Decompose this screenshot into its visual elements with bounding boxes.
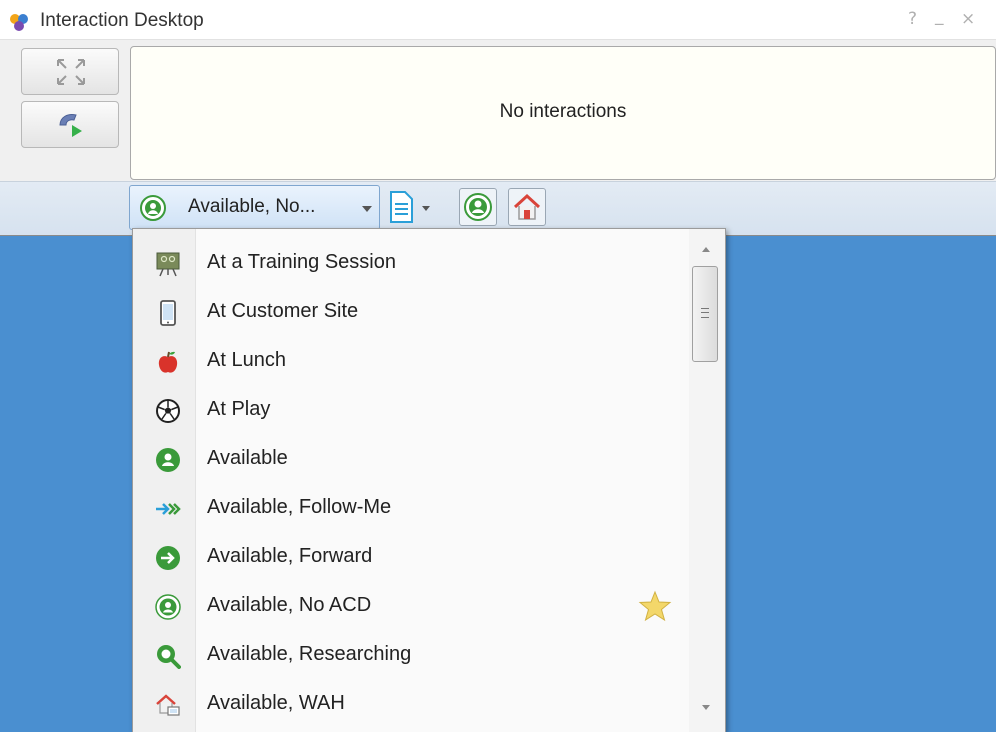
home-computer-icon [156,694,180,716]
status-item-available-forward[interactable]: Available, Forward [133,533,689,582]
chevron-down-icon [362,206,372,212]
chevron-down-icon [422,206,430,211]
scroll-up-arrow-icon[interactable] [702,247,710,252]
status-item-label: At Lunch [207,349,286,371]
status-item-at-training-session[interactable]: At a Training Session [133,239,689,288]
expand-arrows-icon [57,59,85,85]
expand-button[interactable] [21,48,119,95]
status-item-label: Available, Follow-Me [207,496,392,518]
interactions-panel: No interactions [130,46,996,180]
status-menu-scrollbar[interactable] [689,229,725,732]
scroll-down-arrow-icon[interactable] [702,705,710,710]
soccer-ball-icon [156,399,180,423]
working-at-home-button[interactable] [508,188,546,226]
status-item-available-no-acd[interactable]: Available, No ACD [133,582,689,631]
grip-lines-icon [701,308,709,318]
status-item-at-lunch[interactable]: At Lunch [133,337,689,386]
interaction-desktop-logo-icon [10,14,28,31]
no-interactions-message: No interactions [499,101,627,122]
status-item-available-researching[interactable]: Available, Researching [133,631,689,680]
set-available-button[interactable] [459,188,497,226]
training-board-icon [156,252,180,277]
magnifier-icon [157,645,181,669]
status-item-label: Available [207,447,288,469]
status-item-at-play[interactable]: At Play [133,386,689,435]
close-button[interactable]: × [961,9,975,29]
status-item-available-follow-me[interactable]: Available, Follow-Me [133,484,689,533]
status-notes-button[interactable] [388,190,440,224]
make-call-button[interactable] [21,101,119,148]
current-status-label: Available, No... [188,196,316,217]
scroll-thumb[interactable] [692,266,718,362]
phone-call-icon [59,114,82,137]
available-person-icon [464,193,492,221]
status-item-label: Available, No ACD [207,594,372,616]
status-item-at-customer-site[interactable]: At Customer Site [133,288,689,337]
status-toolbar: Available, No... [0,181,996,235]
status-item-label: At a Training Session [207,251,396,273]
favorite-star-icon[interactable] [638,590,672,622]
forward-arrow-icon [156,546,180,570]
status-item-label: At Customer Site [207,300,359,322]
status-menu: At a Training Session At Customer Site A… [132,228,726,732]
available-no-acd-icon [155,594,181,620]
interaction-desktop-window: Interaction Desktop ? _ × No interaction… [0,0,996,236]
status-item-label: Available, WAH [207,692,345,714]
available-person-icon [140,195,166,221]
status-item-available-wah[interactable]: Available, WAH [133,680,689,729]
window-title: Interaction Desktop [40,10,204,31]
follow-me-arrows-icon [156,503,181,515]
document-icon [390,191,413,223]
apple-icon [158,351,178,373]
minimize-button[interactable]: _ [935,6,944,26]
title-bar: Interaction Desktop ? _ × [0,0,996,40]
status-dropdown[interactable]: Available, No... [129,185,380,230]
mobile-phone-icon [160,300,176,326]
help-button[interactable]: ? [908,9,917,29]
status-item-label: At Play [207,398,271,420]
available-person-icon [156,448,180,472]
status-item-label: Available, Researching [207,643,412,665]
home-icon [513,193,541,220]
status-item-label: Available, Forward [207,545,373,567]
status-item-available[interactable]: Available [133,435,689,484]
